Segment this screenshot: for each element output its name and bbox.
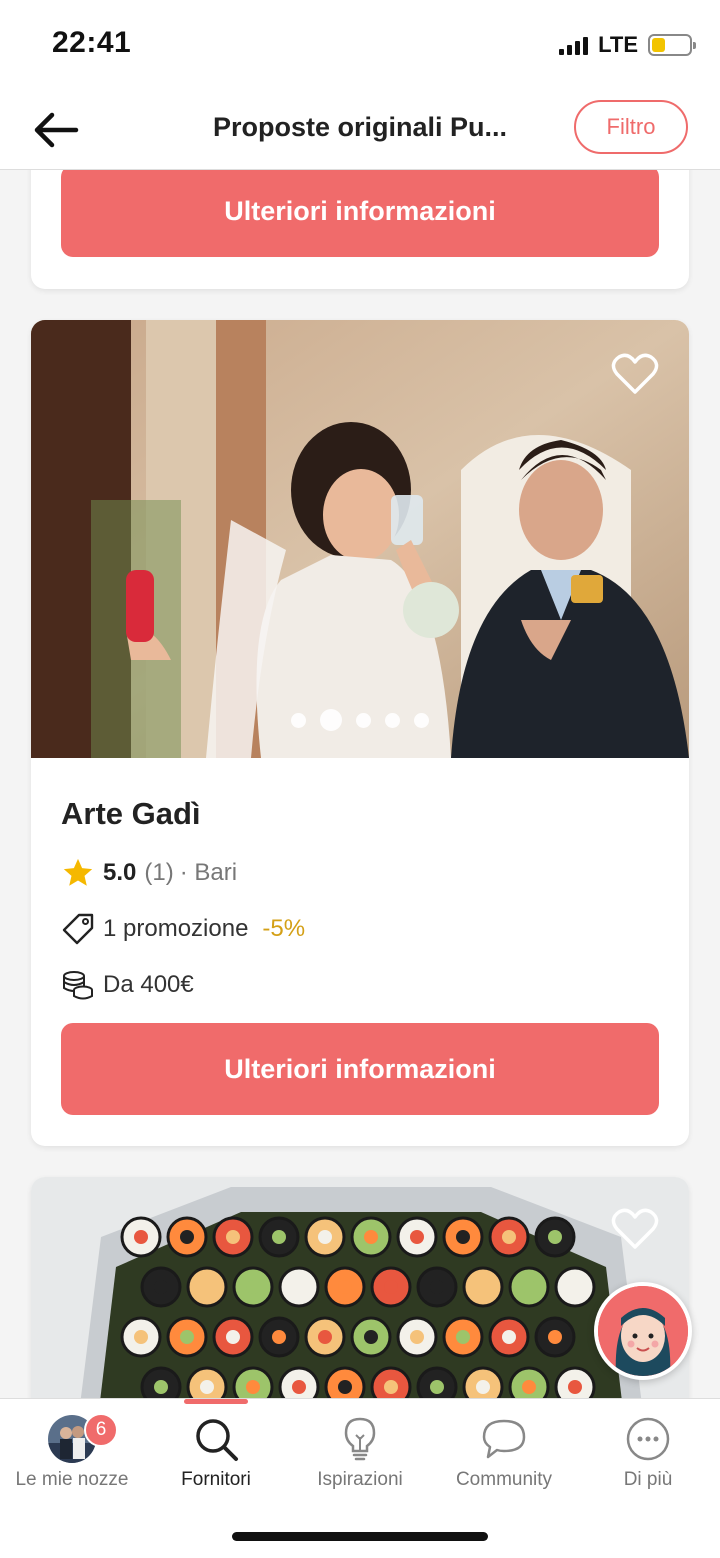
filter-button[interactable]: Filtro [574,100,688,154]
tag-icon [61,912,95,946]
vendor-card: Arte Gadì 5.0 (1) · Bari 1 promozione -5… [31,320,689,1146]
wedding-couple-photo [31,320,689,758]
carousel-dot[interactable] [356,712,371,728]
back-button[interactable] [28,102,84,158]
vendor-location: · Bari [179,859,238,886]
sushi-platter-photo [31,1177,689,1398]
page-title: Proposte originali Pu... [212,112,508,142]
home-indicator[interactable] [232,1532,488,1541]
network-type: LTE [598,32,638,57]
vendor-photo-carousel[interactable] [31,1177,689,1398]
vendor-card [31,1177,689,1398]
carousel-dot[interactable] [291,712,306,728]
battery-icon [648,34,696,56]
rating-value: 5.0 [103,859,137,886]
carousel-dot[interactable] [320,709,342,731]
favorite-button[interactable] [611,1207,659,1251]
status-time: 22:41 [52,26,132,59]
nav-item-le-mie-nozze[interactable]: 6 Le mie nozze [0,1399,144,1509]
vendor-card: Ulteriori informazioni [31,170,689,289]
heart-outline-icon [611,353,659,394]
vendor-list[interactable]: Ulteriori informazioni Arte Gadì 5.0 (1)… [0,170,720,1398]
assistant-button[interactable] [594,1282,692,1380]
nav-item-fornitori[interactable]: Fornitori [144,1399,288,1509]
nav-label: Ispirazioni [317,1469,403,1490]
heart-outline-icon [611,1208,659,1249]
vendor-photo-carousel[interactable] [31,320,689,758]
search-icon [196,1419,238,1461]
promotion-row: 1 promozione -5% [61,912,305,946]
nav-label: Di più [623,1469,673,1490]
price-row: Da 400€ [61,968,194,1002]
arrow-left-icon [34,112,79,148]
assistant-avatar-icon [598,1286,688,1376]
favorite-button[interactable] [611,352,659,396]
review-count: (1) [144,859,174,886]
nav-item-community[interactable]: Community [432,1399,576,1509]
nav-item-di-piu[interactable]: Di più [576,1399,720,1509]
more-info-button[interactable]: Ulteriori informazioni [61,1023,659,1115]
chat-bubble-icon [482,1419,526,1459]
carousel-dot[interactable] [385,712,400,728]
status-bar: 22:41 LTE [0,0,720,90]
nav-label: Le mie nozze [15,1469,129,1490]
nav-label: Fornitori [181,1469,251,1490]
status-indicators: LTE [559,32,696,58]
price-from: Da 400€ [103,971,194,998]
more-info-button[interactable]: Ulteriori informazioni [61,170,659,257]
carousel-dots[interactable] [31,709,689,731]
carousel-dot[interactable] [414,712,429,728]
signal-icon [559,35,589,55]
battery-level [652,38,665,52]
star-icon [61,856,95,890]
more-icon [626,1417,670,1461]
promotion-count: 1 promozione [103,915,249,942]
discount-value: -5% [262,915,306,942]
nav-item-ispirazioni[interactable]: Ispirazioni [288,1399,432,1509]
top-bar: Proposte originali Pu... Filtro [0,90,720,170]
notification-badge: 6 [84,1413,118,1447]
vendor-name[interactable]: Arte Gadì [61,796,201,832]
lightbulb-icon [344,1417,376,1461]
coins-icon [61,968,95,1002]
rating-row: 5.0 (1) · Bari [61,856,237,890]
nav-label: Community [455,1469,553,1490]
